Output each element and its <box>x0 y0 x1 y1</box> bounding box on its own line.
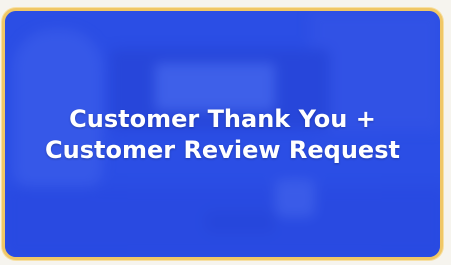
video-card[interactable]: Customer Thank You + Customer Review Req… <box>2 8 443 260</box>
card-title: Customer Thank You + Customer Review Req… <box>45 105 400 164</box>
